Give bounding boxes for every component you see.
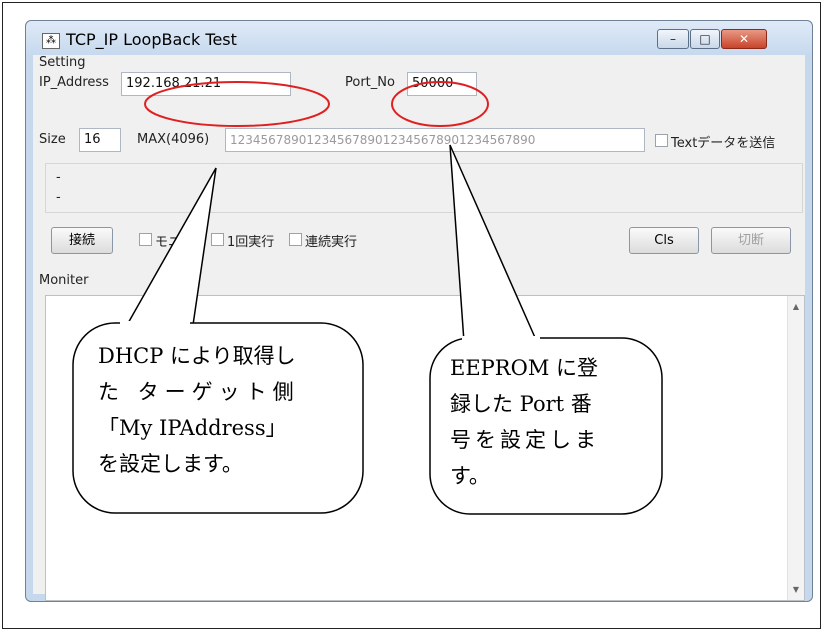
ip-highlight-ellipse xyxy=(144,81,330,127)
left-callout-line: 「My IPAddress」 xyxy=(98,416,287,440)
left-callout-join xyxy=(120,321,190,326)
annotation-overlay xyxy=(72,81,663,515)
right-callout-join xyxy=(462,336,540,341)
left-callout-text: DHCP により取得し た ターゲット側 「My IPAddress」 を設定し… xyxy=(98,338,300,482)
left-callout-line: DHCP により取得し xyxy=(98,344,296,368)
left-callout-line: を設定します。 xyxy=(98,452,243,476)
right-callout-line: す。 xyxy=(450,464,490,488)
left-callout-pointer xyxy=(126,167,217,326)
right-callout-line: 号を設定しま xyxy=(450,428,600,452)
right-callout-line: EEPROM に登 xyxy=(450,356,598,380)
left-callout-line: た ターゲット側 xyxy=(98,380,300,404)
right-callout-text: EEPROM に登 録した Port 番 号を設定しま す。 xyxy=(450,350,600,494)
port-highlight-ellipse xyxy=(391,81,489,127)
right-callout-line: 録した Port 番 xyxy=(450,392,592,416)
right-callout-pointer xyxy=(449,144,538,343)
